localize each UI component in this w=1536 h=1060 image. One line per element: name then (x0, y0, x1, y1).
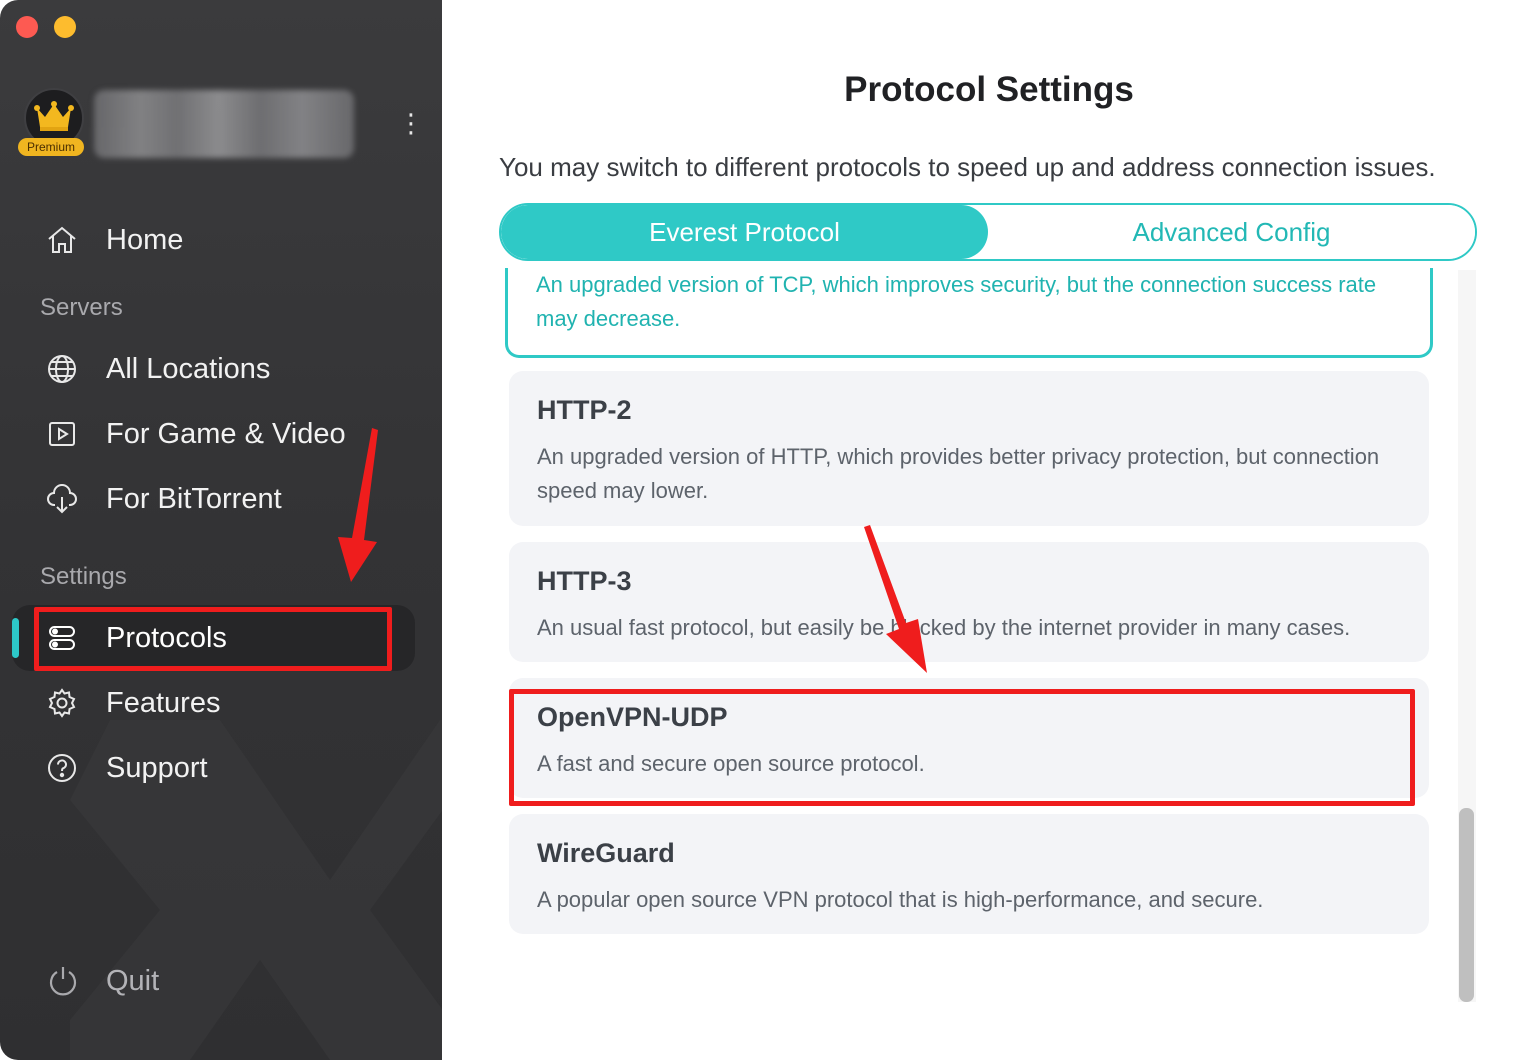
sidebar-active-indicator (12, 618, 19, 658)
sidebar-item-label: Support (106, 751, 208, 784)
gear-icon (40, 687, 92, 719)
sidebar-item-game-video[interactable]: For Game & Video (40, 409, 346, 459)
protocol-description: An usual fast protocol, but easily be bl… (537, 615, 1351, 640)
help-circle-icon (40, 752, 92, 784)
protocol-card-wireguard[interactable]: WireGuard A popular open source VPN prot… (509, 814, 1429, 934)
protocol-description: An upgraded version of TCP, which improv… (536, 272, 1377, 331)
section-label-servers: Servers (40, 294, 123, 321)
protocol-card-selected[interactable]: An upgraded version of TCP, which improv… (505, 268, 1433, 358)
protocol-description: A fast and secure open source protocol. (537, 751, 925, 776)
sidebar-item-protocols[interactable]: Protocols (40, 613, 227, 663)
sidebar-item-home[interactable]: Home (40, 215, 183, 265)
protocol-card-openvpn-udp[interactable]: OpenVPN-UDP A fast and secure open sourc… (509, 678, 1429, 798)
protocol-card-http2[interactable]: HTTP-2 An upgraded version of HTTP, whic… (509, 371, 1429, 526)
tab-advanced-config[interactable]: Advanced Config (988, 205, 1475, 259)
sidebar: Premium ⋮ Home Servers All Locations For… (0, 0, 442, 1060)
cloud-download-icon (40, 483, 92, 515)
crown-icon (34, 101, 74, 131)
toggle-switches-icon (40, 622, 92, 654)
page-subtitle: You may switch to different protocols to… (499, 152, 1436, 182)
protocol-list: An upgraded version of TCP, which improv… (499, 268, 1479, 1003)
username-redacted (94, 90, 354, 158)
section-label-settings: Settings (40, 563, 127, 590)
premium-badge: Premium (18, 138, 84, 156)
sidebar-item-label: Features (106, 686, 221, 719)
protocol-card-http3[interactable]: HTTP-3 An usual fast protocol, but easil… (509, 542, 1429, 662)
more-options-icon[interactable]: ⋮ (398, 108, 424, 138)
protocol-tabs: Everest Protocol Advanced Config (499, 203, 1477, 261)
sidebar-item-label: All Locations (106, 352, 271, 385)
sidebar-item-label: For Game & Video (106, 417, 346, 450)
sidebar-item-features[interactable]: Features (40, 678, 220, 728)
tab-everest-protocol[interactable]: Everest Protocol (501, 205, 988, 259)
quit-button[interactable]: Quit (40, 956, 159, 1006)
sidebar-item-label: Protocols (106, 621, 227, 654)
scrollbar-thumb[interactable] (1459, 808, 1474, 1002)
sidebar-item-all-locations[interactable]: All Locations (40, 344, 270, 394)
power-icon (40, 965, 92, 997)
page-title: Protocol Settings (844, 70, 1134, 109)
sidebar-item-label: For BitTorrent (106, 482, 282, 515)
sidebar-item-support[interactable]: Support (40, 743, 208, 793)
minimize-window-button[interactable] (54, 16, 76, 38)
protocol-title: WireGuard (537, 838, 675, 868)
sidebar-item-bittorrent[interactable]: For BitTorrent (40, 474, 282, 524)
main-panel: Protocol Settings You may switch to diff… (442, 0, 1536, 1060)
play-video-icon (40, 418, 92, 450)
protocol-title: OpenVPN-UDP (537, 702, 728, 732)
sidebar-item-label: Home (106, 223, 184, 256)
home-icon (40, 224, 92, 256)
app-window: Premium ⋮ Home Servers All Locations For… (0, 0, 1536, 1060)
close-window-button[interactable] (16, 16, 38, 38)
protocol-description: An upgraded version of HTTP, which provi… (537, 444, 1380, 503)
quit-label: Quit (106, 964, 160, 997)
protocol-title: HTTP-3 (537, 566, 632, 596)
protocol-description: A popular open source VPN protocol that … (537, 887, 1264, 912)
protocol-title: HTTP-2 (537, 395, 632, 425)
globe-icon (40, 353, 92, 385)
